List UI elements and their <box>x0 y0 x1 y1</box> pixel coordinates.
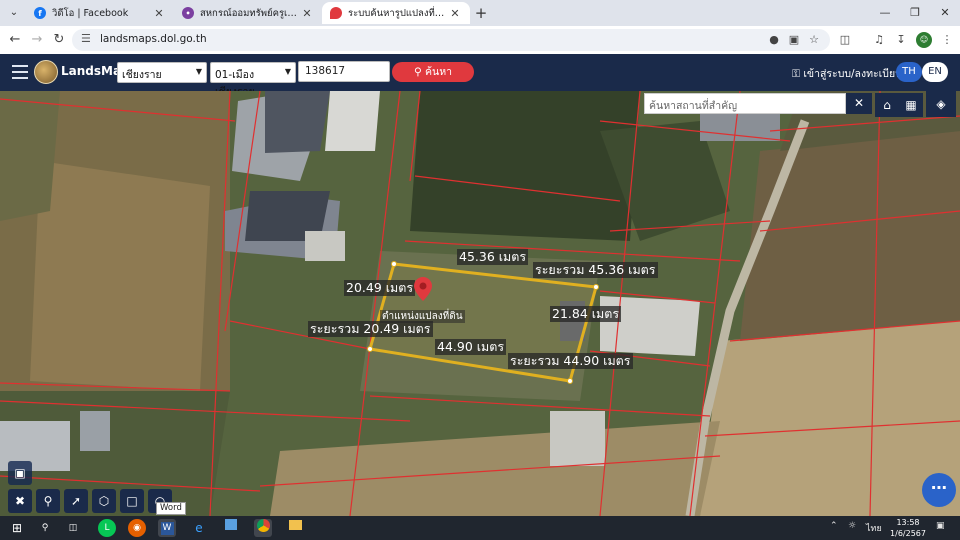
restore-icon[interactable]: ❐ <box>906 4 924 22</box>
site-info-icon[interactable]: ☰ <box>81 32 91 45</box>
tab-coop[interactable]: • สหกรณ์ออมทรัพย์ครูเชียงราย จำกัด ✕ <box>174 2 322 24</box>
place-search-input[interactable]: ค้นหาสถานที่สำคัญ <box>644 93 846 114</box>
line-app-icon[interactable]: L <box>98 519 116 537</box>
firefox-icon[interactable]: ◉ <box>128 519 146 537</box>
hamburger-menu-icon[interactable] <box>12 65 28 79</box>
tab-facebook[interactable]: f วิดีโอ | Facebook ✕ <box>26 2 174 24</box>
parcel-location-pin-icon[interactable] <box>414 277 432 301</box>
taskbar-clock[interactable]: 13:58 1/6/2567 <box>890 517 926 539</box>
lang-th-button[interactable]: TH <box>896 62 922 82</box>
word-icon[interactable]: W <box>158 519 176 537</box>
clear-drawing-icon[interactable]: ✖ <box>8 489 32 513</box>
url-omnibox[interactable]: ☰ landsmaps.dol.go.th ● ▣ ☆ <box>72 29 830 51</box>
facebook-icon: f <box>34 7 46 19</box>
bookmark-star-icon[interactable]: ☆ <box>806 32 822 48</box>
marker-icon[interactable]: ⚲ <box>36 489 60 513</box>
media-controls-icon[interactable]: ♫ <box>870 31 888 49</box>
landsmaps-header: LandsMaps เชียงราย ▼ 01-เมืองเชียงราย ▼ … <box>0 54 960 98</box>
word-tooltip: Word <box>156 502 186 515</box>
file-explorer-icon[interactable] <box>286 519 304 537</box>
reload-icon[interactable]: ↻ <box>50 31 68 49</box>
lang-en-button[interactable]: EN <box>922 62 948 82</box>
address-toolbar: ← → ↻ ☰ landsmaps.dol.go.th ● ▣ ☆ ◫ ♫ ↧ … <box>0 26 960 54</box>
place-search-placeholder: ค้นหาสถานที่สำคัญ <box>649 100 738 112</box>
parcel-number-input[interactable]: 138617 <box>298 61 390 82</box>
right-edge-length: 21.84 เมตร <box>550 306 622 322</box>
task-view-icon[interactable]: ◫ <box>64 519 82 537</box>
search-button[interactable]: ⚲ ค้นหา <box>392 62 474 82</box>
extensions-icon[interactable]: ◫ <box>836 31 854 49</box>
home-icon[interactable]: ⌂ <box>875 93 899 117</box>
bottom-edge-total: ระยะรวม 44.90 เมตร <box>508 353 633 369</box>
clock-date: 1/6/2567 <box>890 529 926 538</box>
back-arrow-icon[interactable]: ← <box>6 31 24 49</box>
parcel-number-value: 138617 <box>305 65 346 77</box>
tab-title: ระบบค้นหารูปแปลงที่ดิน (LandsMaps) <box>348 7 448 19</box>
tab-title: สหกรณ์ออมทรัพย์ครูเชียงราย จำกัด <box>200 7 300 19</box>
search-button-label: ค้นหา <box>425 66 453 78</box>
layers-icon[interactable]: ◈ <box>926 91 956 117</box>
network-icon[interactable]: ☼ <box>848 521 856 531</box>
clear-search-icon[interactable]: ✕ <box>846 93 872 114</box>
map-imagery <box>0 91 960 516</box>
pin-caption: ตำแหน่งแปลงที่ดิน <box>380 310 465 323</box>
chevron-down-icon: ▼ <box>195 67 202 76</box>
close-tab-icon[interactable]: ✕ <box>152 7 166 20</box>
tab-search-chevron-icon[interactable]: ⌄ <box>6 5 22 21</box>
minimize-icon[interactable]: — <box>876 4 894 22</box>
top-edge-length: 45.36 เมตร <box>457 249 529 265</box>
chevron-down-icon: ▼ <box>284 67 291 76</box>
search-icon: ⚲ <box>413 66 422 78</box>
lock-icon: ⚿ <box>792 68 800 80</box>
left-edge-total: ระยะรวม 20.49 เมตร <box>308 321 433 337</box>
close-tab-icon[interactable]: ✕ <box>300 7 314 20</box>
login-register-link[interactable]: ⚿ เข้าสู่ระบบ/ลงทะเบียน <box>792 65 902 82</box>
new-tab-plus-icon[interactable]: + <box>472 4 490 22</box>
eraser-icon[interactable]: ▣ <box>8 461 32 485</box>
bottom-edge-length: 44.90 เมตร <box>435 339 507 355</box>
store-icon[interactable] <box>222 519 240 537</box>
grid-icon[interactable]: ▦ <box>899 93 923 117</box>
coop-icon: • <box>182 7 194 19</box>
notification-icon[interactable]: ▣ <box>936 521 945 531</box>
top-edge-total: ระยะรวม 45.36 เมตร <box>533 262 658 278</box>
forward-arrow-icon[interactable]: → <box>28 31 46 49</box>
tab-title: วิดีโอ | Facebook <box>52 7 129 19</box>
tray-chevron-icon[interactable]: ⌃ <box>830 521 838 531</box>
translate-icon[interactable]: ▣ <box>786 32 802 48</box>
edge-icon[interactable]: e <box>190 519 208 537</box>
windows-taskbar: ⊞ ⚲ ◫ L ◉ W e ⌃ ☼ ไทย 13:58 1/6/2567 ▣ <box>0 516 960 540</box>
location-icon[interactable]: ● <box>766 32 782 48</box>
windows-start-icon[interactable]: ⊞ <box>8 519 26 537</box>
polygon-icon[interactable]: ⬡ <box>92 489 116 513</box>
search-icon[interactable]: ⚲ <box>36 519 54 537</box>
measure-line-icon[interactable]: ➚ <box>64 489 88 513</box>
rectangle-icon[interactable]: □ <box>120 489 144 513</box>
login-label: เข้าสู่ระบบ/ลงทะเบียน <box>803 68 903 80</box>
more-options-button[interactable]: ⋯ <box>922 473 956 507</box>
browser-tab-bar: ⌄ f วิดีโอ | Facebook ✕ • สหกรณ์ออมทรัพย… <box>0 0 960 26</box>
close-window-icon[interactable]: ✕ <box>936 4 954 22</box>
map-pin-icon <box>330 7 342 19</box>
input-lang[interactable]: ไทย <box>866 521 882 535</box>
left-edge-length: 20.49 เมตร <box>344 280 416 296</box>
download-icon[interactable]: ↧ <box>892 31 910 49</box>
satellite-map[interactable]: ค้นหาสถานที่สำคัญ ✕ ⌂ ▦ ◈ 45.36 เมตร ระย… <box>0 91 960 516</box>
tab-landsmaps[interactable]: ระบบค้นหารูปแปลงที่ดิน (LandsMaps) ✕ <box>322 2 470 24</box>
profile-avatar[interactable]: ☺ <box>916 32 932 48</box>
close-tab-icon[interactable]: ✕ <box>448 7 462 20</box>
chrome-icon[interactable] <box>254 519 272 537</box>
district-select[interactable]: 01-เมืองเชียงราย ▼ <box>210 62 296 98</box>
clock-time: 13:58 <box>896 518 920 527</box>
more-menu-icon[interactable]: ⋮ <box>938 31 956 49</box>
dol-logo <box>34 60 58 84</box>
url-text: landsmaps.dol.go.th <box>100 33 207 45</box>
province-select[interactable]: เชียงราย ▼ <box>117 62 207 83</box>
province-value: เชียงราย <box>122 69 162 81</box>
